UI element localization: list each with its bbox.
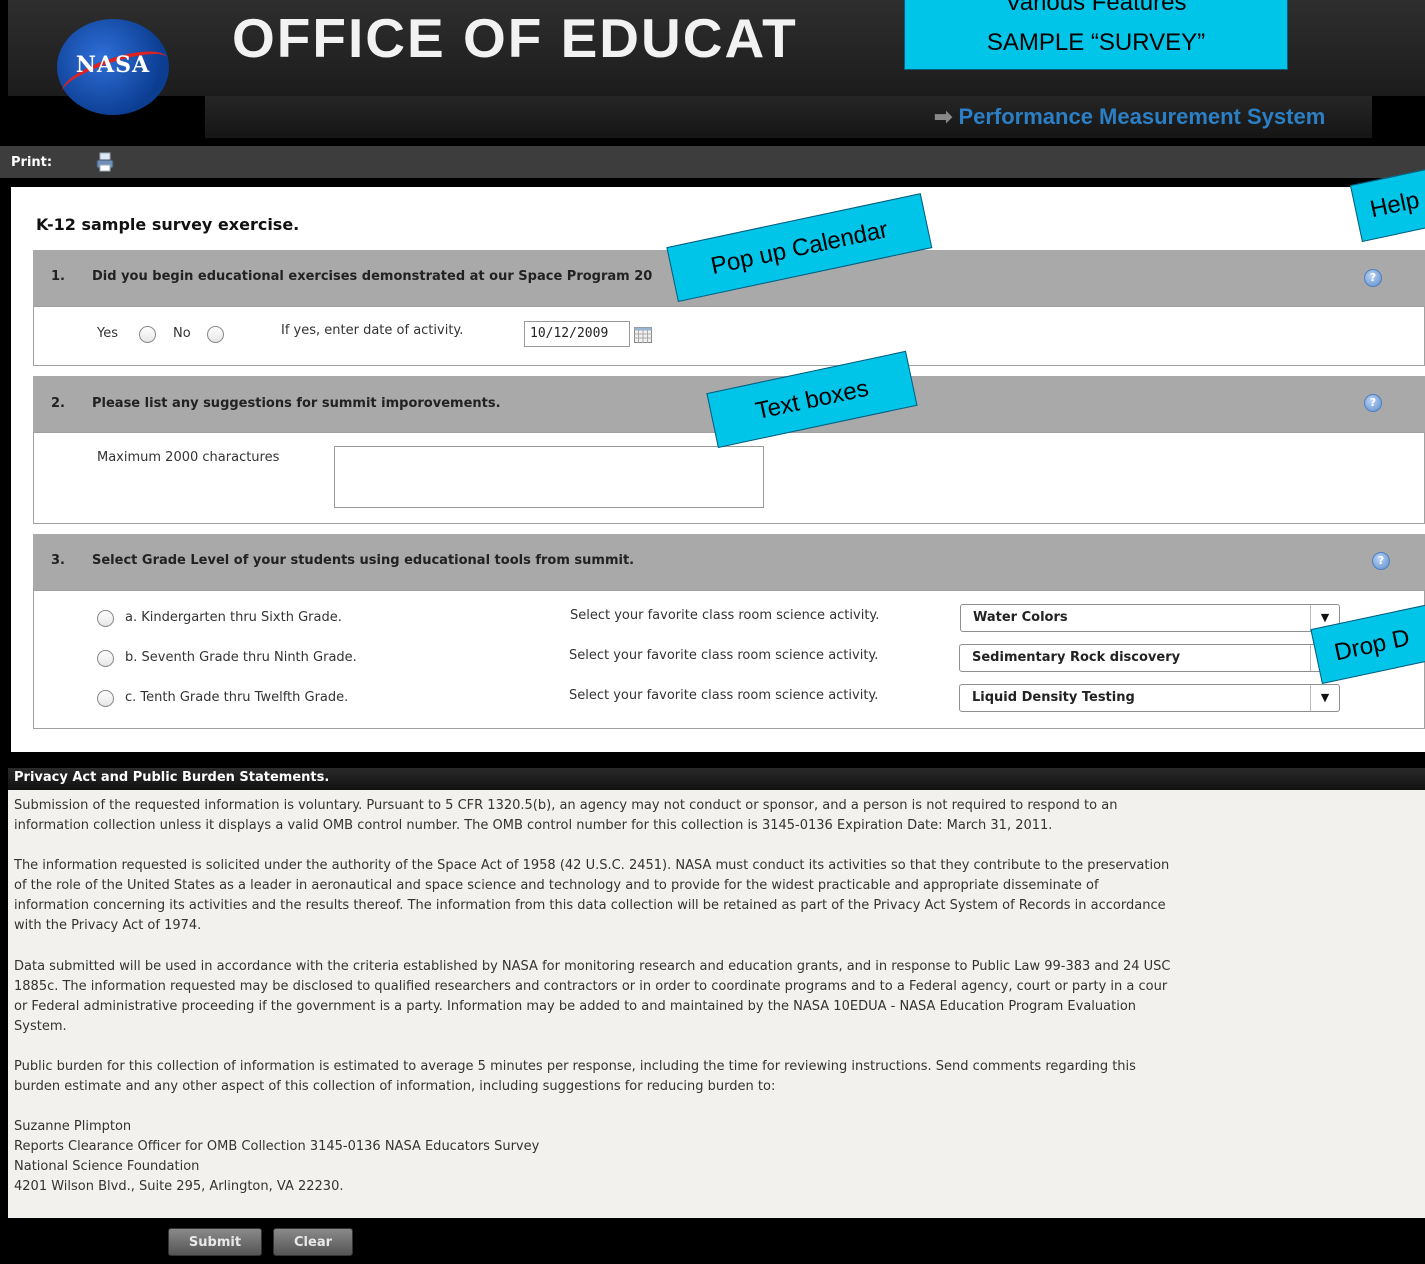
activity-prompt-c: Select your favorite class room science …: [569, 688, 879, 703]
nasa-logo-text: NASA: [75, 52, 151, 78]
activity-select-a-value: Water Colors: [973, 610, 1068, 625]
system-subtitle-text: Performance Measurement System: [958, 104, 1326, 129]
privacy-heading: Privacy Act and Public Burden Statements…: [8, 768, 1425, 790]
activity-select-b-value: Sedimentary Rock discovery: [972, 650, 1181, 665]
features-callout-line2: SAMPLE “SURVEY”: [986, 29, 1206, 56]
features-callout-line1: Various Features: [1005, 0, 1187, 16]
address-line3: National Science Foundation: [14, 1159, 200, 1174]
submit-button[interactable]: Submit: [168, 1228, 262, 1256]
no-label: No: [173, 326, 191, 341]
activity-prompt-a: Select your favorite class room science …: [570, 608, 880, 623]
printer-icon[interactable]: [96, 152, 114, 172]
question-1-text: Did you begin educational exercises demo…: [92, 269, 653, 284]
date-input[interactable]: 10/12/2009: [524, 321, 630, 347]
question-1-number: 1.: [51, 269, 65, 284]
grade-label-a: a. Kindergarten thru Sixth Grade.: [125, 610, 342, 625]
privacy-p3-line4: System.: [14, 1019, 67, 1034]
suggestions-textarea[interactable]: [334, 446, 764, 508]
privacy-p3-line3: or Federal administrative proceeding if …: [14, 999, 1137, 1014]
print-bar: [0, 146, 1425, 178]
privacy-p1-line1: Submission of the requested information …: [14, 798, 1118, 813]
privacy-p3-line2: 1885c. The information requested may be …: [14, 979, 1168, 994]
privacy-p2-line2: of the role of the United States as a le…: [14, 878, 1099, 893]
print-label: Print:: [11, 155, 53, 170]
clear-button[interactable]: Clear: [273, 1228, 353, 1256]
question-2-number: 2.: [51, 396, 65, 411]
arrow-right-icon: ➡: [934, 104, 953, 129]
privacy-address: Suzanne Plimpton Reports Clearance Offic…: [14, 1117, 1425, 1197]
question-3-number: 3.: [51, 553, 65, 568]
date-label: If yes, enter date of activity.: [281, 323, 464, 338]
address-line1: Suzanne Plimpton: [14, 1119, 132, 1134]
calendar-icon[interactable]: [634, 327, 652, 343]
privacy-p1: Submission of the requested information …: [14, 796, 1425, 836]
address-line4: 4201 Wilson Blvd., Suite 295, Arlington,…: [14, 1179, 344, 1194]
privacy-p2-line3: information concerning its activities an…: [14, 898, 1166, 913]
activity-select-a[interactable]: Water Colors ▼: [960, 604, 1340, 632]
privacy-p1-line2: information collection unless it display…: [14, 818, 1053, 833]
question-3-text: Select Grade Level of your students usin…: [92, 553, 635, 568]
survey-title: K-12 sample survey exercise.: [36, 215, 300, 234]
system-subtitle: ➡ Performance Measurement System: [934, 104, 1325, 130]
grade-label-c: c. Tenth Grade thru Twelfth Grade.: [125, 690, 349, 705]
yes-label: Yes: [97, 326, 118, 341]
grade-label-b: b. Seventh Grade thru Ninth Grade.: [125, 650, 357, 665]
privacy-p4: Public burden for this collection of inf…: [14, 1057, 1425, 1097]
max-characters-label: Maximum 2000 charactures: [97, 450, 280, 465]
yes-radio[interactable]: [139, 326, 156, 343]
grade-radio-b[interactable]: [97, 650, 114, 667]
privacy-p3: Data submitted will be used in accordanc…: [14, 957, 1425, 1037]
help-icon[interactable]: ?: [1364, 269, 1382, 287]
question-1-body: [33, 306, 1425, 366]
privacy-p4-line2: burden estimate and any other aspect of …: [14, 1079, 776, 1094]
activity-select-b[interactable]: Sedimentary Rock discovery▼: [959, 644, 1340, 672]
office-title: OFFICE OF EDUCAT: [232, 7, 798, 69]
help-icon[interactable]: ?: [1372, 552, 1390, 570]
activity-prompt-b: Select your favorite class room science …: [569, 648, 879, 663]
activity-select-c-value: Liquid Density Testing: [972, 690, 1135, 705]
privacy-p2: The information requested is solicited u…: [14, 856, 1425, 936]
grade-radio-c[interactable]: [97, 690, 114, 707]
privacy-p3-line1: Data submitted will be used in accordanc…: [14, 959, 1171, 974]
features-callout: Various Features SAMPLE “SURVEY”: [904, 0, 1288, 70]
grade-radio-a[interactable]: [97, 610, 114, 627]
question-2-text: Please list any suggestions for summit i…: [92, 396, 501, 411]
help-icon[interactable]: ?: [1364, 394, 1382, 412]
no-radio[interactable]: [207, 326, 224, 343]
activity-select-c[interactable]: Liquid Density Testing ▼: [959, 684, 1340, 712]
privacy-p2-line4: with the Privacy Act of 1974.: [14, 918, 202, 933]
address-line2: Reports Clearance Officer for OMB Collec…: [14, 1139, 540, 1154]
privacy-p2-line1: The information requested is solicited u…: [14, 858, 1170, 873]
privacy-p4-line1: Public burden for this collection of inf…: [14, 1059, 1136, 1074]
chevron-down-icon[interactable]: ▼: [1310, 685, 1339, 711]
